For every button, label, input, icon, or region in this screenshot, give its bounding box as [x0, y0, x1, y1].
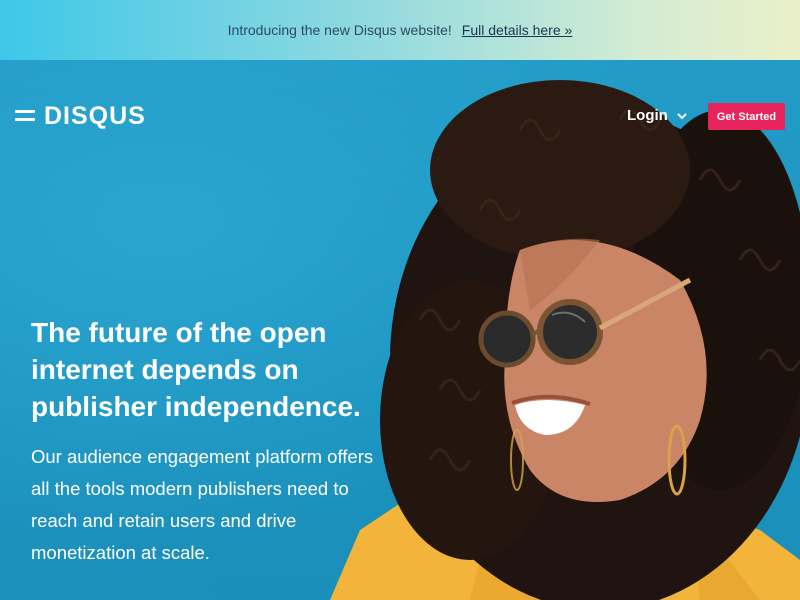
announcement-message: Introducing the new Disqus website! [227, 22, 452, 38]
get-started-button[interactable]: Get Started [708, 103, 785, 130]
announcement-bar: Introducing the new Disqus website! Full… [0, 0, 800, 60]
hamburger-menu-icon[interactable] [15, 110, 35, 124]
announcement-details-link[interactable]: Full details here » [462, 22, 573, 38]
chevron-down-icon [677, 112, 687, 119]
disqus-logo[interactable]: DISQUS [44, 102, 146, 131]
login-label: Login [627, 107, 668, 124]
login-dropdown[interactable]: Login [627, 107, 688, 124]
hero-section: DISQUS Login Get Started The future of t… [0, 60, 800, 600]
hero-subcopy: Our audience engagement platform offers … [31, 446, 374, 563]
page: Introducing the new Disqus website! Full… [0, 0, 800, 600]
hero-headline: The future of the open internet depends … [31, 317, 361, 422]
